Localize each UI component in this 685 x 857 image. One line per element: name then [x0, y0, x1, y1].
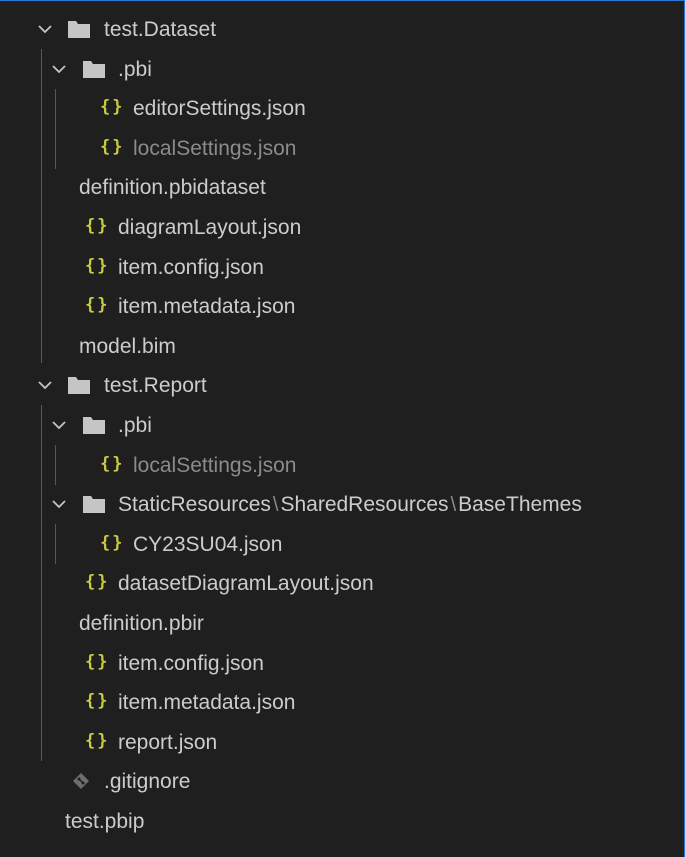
path-separator: \	[272, 494, 279, 516]
tree-item-definition-pbidataset[interactable]: definition.pbidataset	[0, 168, 684, 207]
json-file-icon: {}	[85, 731, 110, 751]
tree-item-label: test.pbip	[65, 810, 145, 833]
tree-item-static-resources[interactable]: StaticResources \SharedResources \BaseThem…	[0, 485, 684, 524]
git-icon	[72, 772, 90, 790]
tree-item-diagram-layout[interactable]: {} diagramLayout.json	[0, 208, 684, 247]
tree-item-label: test.Report	[104, 374, 207, 397]
json-file-icon: {}	[100, 454, 125, 474]
json-file-icon: {}	[100, 533, 125, 553]
json-file-icon: {}	[85, 572, 110, 592]
tree-item-label: localSettings.json	[133, 137, 297, 160]
chevron-down-icon[interactable]	[50, 60, 68, 78]
tree-item-gitignore[interactable]: .gitignore	[0, 762, 684, 801]
tree-item-report-item-metadata[interactable]: {} item.metadata.json	[0, 683, 684, 722]
tree-item-test-report[interactable]: test.Report	[0, 366, 684, 405]
path-separator: \	[450, 494, 457, 516]
folder-icon	[67, 375, 91, 395]
chevron-down-icon[interactable]	[36, 20, 54, 38]
tree-item-label: CY23SU04.json	[133, 533, 283, 556]
json-file-icon: {}	[85, 256, 110, 276]
folder-icon	[67, 19, 91, 39]
json-file-icon: {}	[100, 137, 125, 157]
tree-item-dataset-item-config[interactable]: {} item.config.json	[0, 248, 684, 287]
tree-item-dataset-pbi[interactable]: .pbi	[0, 50, 684, 89]
file-explorer-tree: test.Dataset .pbi {} editorSettings.json…	[0, 0, 685, 857]
tree-item-label: definition.pbir	[79, 612, 204, 635]
tree-item-dataset-diagram-layout[interactable]: {} datasetDiagramLayout.json	[0, 564, 684, 603]
tree-item-dataset-item-metadata[interactable]: {} item.metadata.json	[0, 287, 684, 326]
tree-item-label: .pbi	[118, 58, 152, 81]
tree-item-report-pbi[interactable]: .pbi	[0, 406, 684, 445]
path-segment-shared-resources[interactable]: SharedResources	[280, 493, 448, 516]
tree-item-label: .pbi	[118, 414, 152, 437]
tree-item-label: item.metadata.json	[118, 295, 296, 318]
chevron-down-icon[interactable]	[36, 376, 54, 394]
tree-item-label: datasetDiagramLayout.json	[118, 572, 374, 595]
tree-item-label: model.bim	[79, 335, 176, 358]
tree-item-label: localSettings.json	[133, 454, 297, 477]
tree-item-label: item.config.json	[118, 652, 264, 675]
tree-item-test-dataset[interactable]: test.Dataset	[0, 10, 684, 49]
tree-item-label: test.Dataset	[104, 18, 217, 41]
folder-icon	[82, 494, 106, 514]
tree-item-report-item-config[interactable]: {} item.config.json	[0, 644, 684, 683]
json-file-icon: {}	[85, 295, 110, 315]
tree-item-report-local-settings[interactable]: {} localSettings.json	[0, 446, 684, 485]
path-segment-base-themes[interactable]: BaseThemes	[458, 493, 582, 516]
tree-item-label: definition.pbidataset	[79, 176, 266, 199]
tree-item-label: item.metadata.json	[118, 691, 296, 714]
folder-icon	[82, 415, 106, 435]
tree-item-label: report.json	[118, 731, 218, 754]
json-file-icon: {}	[85, 691, 110, 711]
compact-folder-path: StaticResources \SharedResources \BaseThem…	[118, 485, 582, 525]
tree-item-report-json[interactable]: {} report.json	[0, 723, 684, 762]
tree-item-label: editorSettings.json	[133, 97, 306, 120]
chevron-down-icon[interactable]	[50, 495, 68, 513]
path-segment-static-resources[interactable]: StaticResources	[118, 493, 271, 516]
tree-item-model-bim[interactable]: model.bim	[0, 327, 684, 366]
json-file-icon: {}	[85, 216, 110, 236]
json-file-icon: {}	[100, 97, 125, 117]
tree-item-definition-pbir[interactable]: definition.pbir	[0, 604, 684, 643]
tree-item-theme-file[interactable]: {} CY23SU04.json	[0, 525, 684, 564]
tree-item-dataset-local-settings[interactable]: {} localSettings.json	[0, 129, 684, 168]
tree-item-label: .gitignore	[104, 770, 191, 793]
tree-item-label: diagramLayout.json	[118, 216, 302, 239]
tree-item-test-pbip[interactable]: test.pbip	[0, 802, 684, 841]
tree-item-editor-settings[interactable]: {} editorSettings.json	[0, 89, 684, 128]
tree-item-label: item.config.json	[118, 256, 264, 279]
json-file-icon: {}	[85, 652, 110, 672]
folder-icon	[82, 59, 106, 79]
chevron-down-icon[interactable]	[50, 416, 68, 434]
